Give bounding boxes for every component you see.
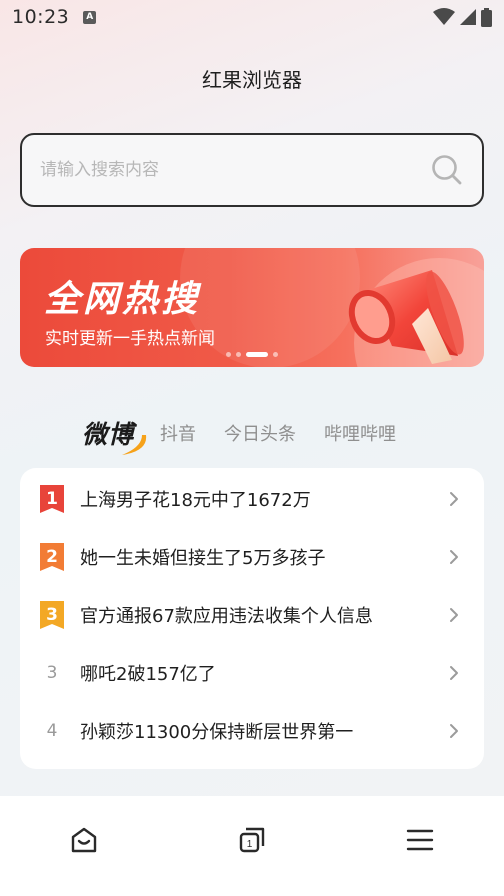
signal-icon <box>460 9 476 25</box>
chevron-right-icon <box>450 724 458 738</box>
hot-list-item[interactable]: 1 上海男子花18元中了1672万 <box>20 470 484 528</box>
carousel-dot[interactable] <box>226 352 231 357</box>
carousel-dot[interactable] <box>273 352 278 357</box>
status-bar: 10:23 A <box>0 0 504 34</box>
home-icon <box>71 827 97 853</box>
hot-item-title: 官方通报67款应用违法收集个人信息 <box>80 606 373 627</box>
hot-list: 1 上海男子花18元中了1672万 2 她一生未婚但接生了5万多孩子 3 官方通… <box>20 468 484 769</box>
rank-number: 3 <box>46 663 58 683</box>
tab-bilibili[interactable]: 哔哩哔哩 <box>324 420 396 446</box>
source-tabs: 微博 抖音 今日头条 哔哩哔哩 <box>82 410 424 456</box>
hot-item-title: 哪吒2破157亿了 <box>80 664 216 685</box>
hot-item-title: 孙颖莎11300分保持断层世界第一 <box>80 722 354 743</box>
tab-douyin[interactable]: 抖音 <box>160 420 196 446</box>
tabs-button[interactable]: 1 <box>212 810 292 870</box>
hot-list-item[interactable]: 2 她一生未婚但接生了5万多孩子 <box>20 528 484 586</box>
hot-search-banner[interactable]: 全网热搜 实时更新一手热点新闻 <box>20 248 484 367</box>
chevron-right-icon <box>450 666 458 680</box>
search-icon[interactable] <box>430 153 464 187</box>
chevron-right-icon <box>450 550 458 564</box>
carousel-indicator <box>226 352 278 357</box>
hot-list-item[interactable]: 3 官方通报67款应用违法收集个人信息 <box>20 586 484 644</box>
search-input[interactable] <box>40 160 430 180</box>
menu-button[interactable] <box>380 810 460 870</box>
banner-title: 全网热搜 <box>44 279 201 320</box>
active-tab-swoosh <box>122 435 147 455</box>
hot-item-title: 上海男子花18元中了1672万 <box>80 490 311 511</box>
tab-count: 1 <box>247 839 253 850</box>
notification-badge: A <box>83 10 97 24</box>
banner-subtitle: 实时更新一手热点新闻 <box>45 329 215 349</box>
tabs-icon: 1 <box>239 827 265 853</box>
search-box[interactable] <box>20 133 484 207</box>
hot-list-item[interactable]: 3 哪吒2破157亿了 <box>20 644 484 702</box>
tab-toutiao[interactable]: 今日头条 <box>224 420 296 446</box>
wifi-icon <box>433 8 455 25</box>
hot-item-title: 她一生未婚但接生了5万多孩子 <box>80 548 326 569</box>
rank-badge: 2 <box>40 543 64 571</box>
rank-badge: 3 <box>40 601 64 629</box>
rank-badge: 1 <box>40 485 64 513</box>
bottom-nav: 1 <box>0 796 504 896</box>
rank-number: 4 <box>46 721 58 741</box>
tab-weibo[interactable]: 微博 <box>82 415 147 455</box>
megaphone-icon <box>348 270 464 364</box>
battery-icon <box>481 7 492 27</box>
status-time: 10:23 <box>12 6 70 28</box>
home-button[interactable] <box>44 810 124 870</box>
status-icons <box>433 7 492 27</box>
hot-list-item[interactable]: 4 孙颖莎11300分保持断层世界第一 <box>20 702 484 760</box>
page-title: 红果浏览器 <box>202 68 302 92</box>
chevron-right-icon <box>450 608 458 622</box>
carousel-dot-active[interactable] <box>246 352 268 357</box>
menu-icon <box>406 829 434 851</box>
chevron-right-icon <box>450 492 458 506</box>
carousel-dot[interactable] <box>236 352 241 357</box>
